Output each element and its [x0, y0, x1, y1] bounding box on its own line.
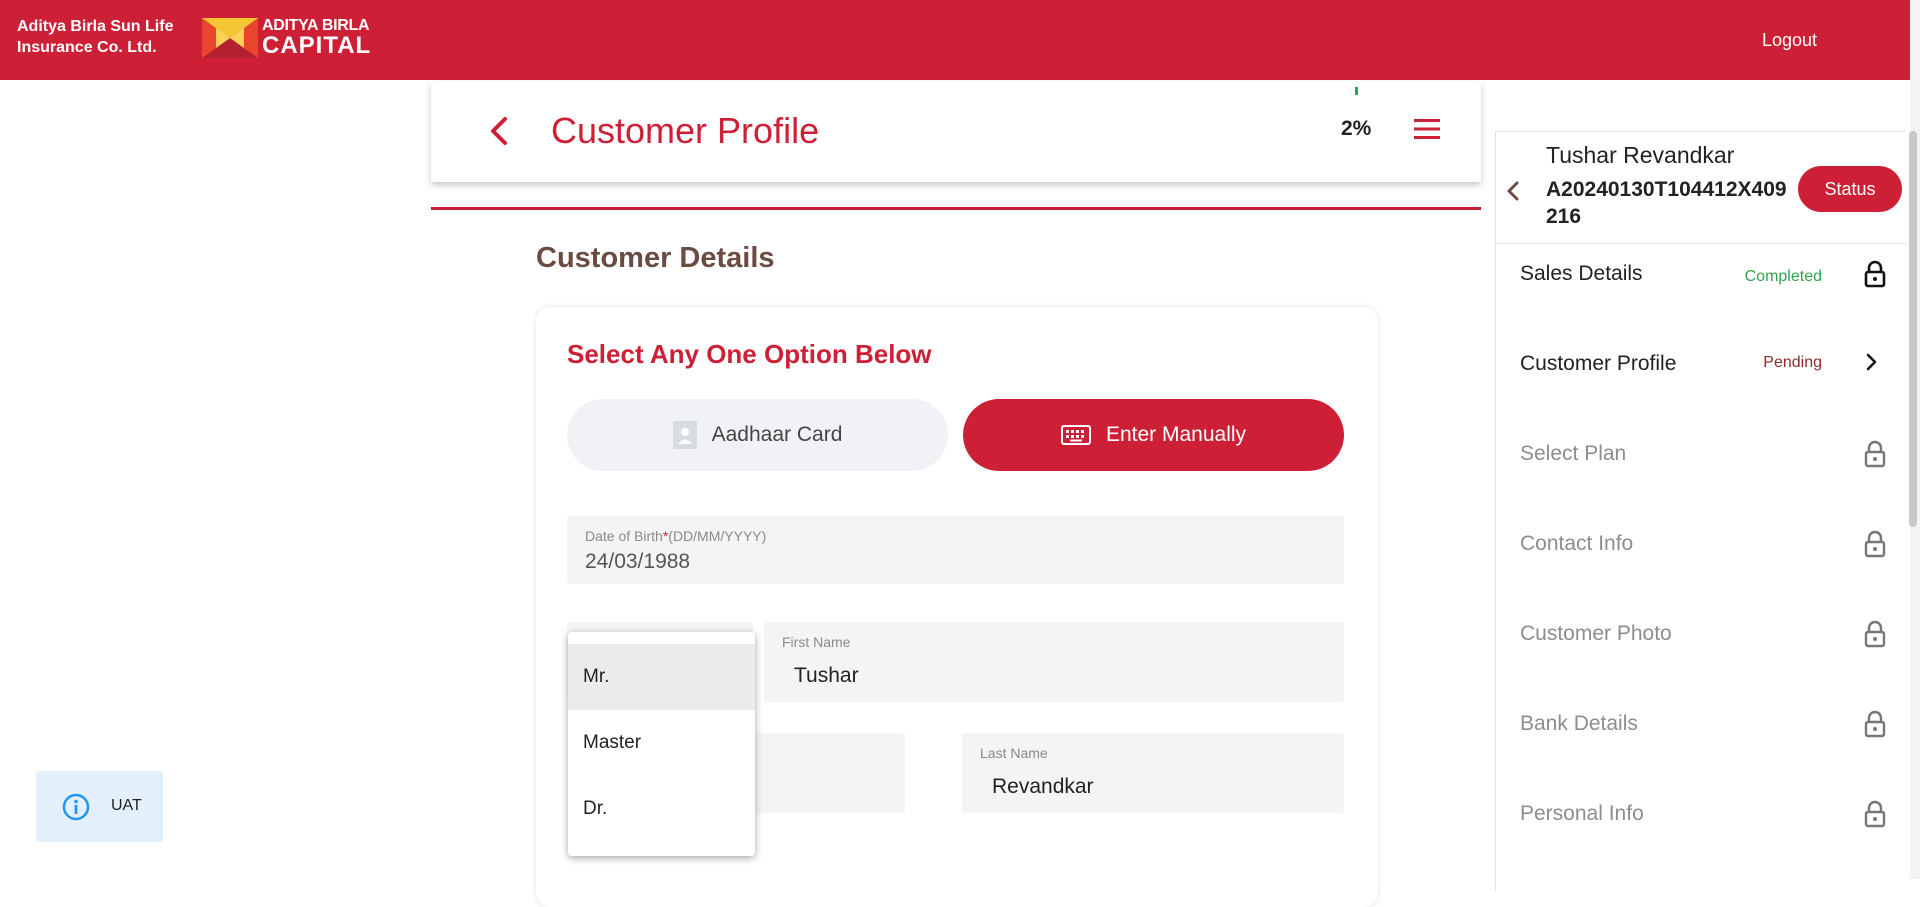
lock-icon	[1864, 260, 1886, 288]
chevron-right-icon	[1866, 353, 1877, 371]
dob-label: Date of Birth*(DD/MM/YYYY)	[585, 528, 767, 544]
title-dropdown-menu: Mr. Master Dr.	[568, 632, 755, 856]
step-status: Pending	[1763, 354, 1822, 371]
sidebar-step-bank-details[interactable]: Bank Details	[1496, 696, 1906, 756]
aadhaar-card-button[interactable]: Aadhaar Card	[567, 399, 948, 471]
option-prompt: Select Any One Option Below	[567, 339, 932, 369]
header-divider	[431, 207, 1481, 210]
brand-line-2: Insurance Co. Ltd.	[17, 39, 157, 56]
step-label: Customer Photo	[1520, 622, 1672, 645]
dob-field[interactable]: Date of Birth*(DD/MM/YYYY) 24/03/1988	[567, 516, 1344, 584]
aditya-birla-capital-logo: ADITYA BIRLA CAPITAL	[262, 18, 371, 58]
step-status: Completed	[1744, 268, 1822, 285]
first-name-value: Tushar	[794, 664, 859, 687]
page-title: Customer Profile	[551, 110, 820, 151]
enter-manually-label: Enter Manually	[1105, 423, 1247, 446]
page-header: Customer Profile 2%	[431, 82, 1481, 182]
top-bar: Aditya Birla Sun Life Insurance Co. Ltd.…	[0, 0, 1910, 80]
sidebar-step-contact-info[interactable]: Contact Info	[1496, 516, 1906, 576]
first-name-label: First Name	[782, 634, 851, 650]
step-label: Sales Details	[1520, 262, 1643, 285]
dropdown-option-mr[interactable]: Mr.	[568, 644, 755, 710]
progress-indicator	[1355, 87, 1358, 95]
step-label: Personal Info	[1520, 802, 1644, 825]
brand-name: Aditya Birla Sun Life Insurance Co. Ltd.	[17, 16, 173, 58]
dob-value: 24/03/1988	[585, 550, 691, 573]
section-title: Customer Details	[536, 242, 775, 274]
hamburger-menu-icon[interactable]	[1414, 118, 1440, 140]
aadhaar-card-label: Aadhaar Card	[711, 423, 843, 446]
lock-icon	[1864, 800, 1886, 828]
lock-icon	[1864, 710, 1886, 738]
step-label: Contact Info	[1520, 532, 1634, 555]
sidebar-step-select-plan[interactable]: Select Plan	[1496, 426, 1906, 486]
environment-label: UAT	[111, 797, 142, 814]
back-icon[interactable]	[487, 116, 511, 146]
sidebar-step-personal-info[interactable]: Personal Info	[1496, 786, 1906, 846]
sidebar-scrollbar[interactable]	[1909, 131, 1917, 527]
progress-percent: 2%	[1341, 117, 1372, 140]
lock-icon	[1864, 620, 1886, 648]
last-name-field[interactable]: Last Name Revandkar	[962, 733, 1344, 813]
lock-icon	[1864, 530, 1886, 558]
environment-badge[interactable]: UAT	[36, 771, 163, 842]
customer-name: Tushar Revandkar	[1546, 142, 1735, 168]
brand-line-1: Aditya Birla Sun Life	[17, 18, 174, 35]
lock-icon	[1864, 440, 1886, 468]
step-label: Customer Profile	[1520, 352, 1677, 375]
progress-sidebar: Tushar Revandkar A20240130T104412X409216…	[1495, 131, 1906, 891]
sidebar-step-customer-profile[interactable]: Customer Profile Pending	[1496, 336, 1906, 396]
sidebar-header: Tushar Revandkar A20240130T104412X409216…	[1496, 132, 1906, 244]
sidebar-step-sales-details[interactable]: Sales Details Completed	[1496, 246, 1906, 306]
info-icon	[62, 793, 90, 826]
logo-line-2: CAPITAL	[262, 32, 372, 59]
first-name-field[interactable]: First Name Tushar	[764, 622, 1344, 702]
status-button[interactable]: Status	[1798, 166, 1902, 212]
application-id: A20240130T104412X409216	[1546, 178, 1787, 228]
id-card-icon	[672, 421, 697, 449]
keyboard-icon	[1060, 425, 1091, 445]
last-name-label: Last Name	[980, 745, 1048, 761]
step-label: Bank Details	[1520, 712, 1638, 735]
collapse-sidebar-icon[interactable]	[1506, 181, 1520, 201]
logout-button[interactable]: Logout	[1762, 30, 1817, 51]
enter-manually-button[interactable]: Enter Manually	[963, 399, 1344, 471]
dropdown-option-master[interactable]: Master	[568, 710, 755, 776]
step-label: Select Plan	[1520, 442, 1627, 465]
dropdown-option-dr[interactable]: Dr.	[568, 776, 755, 842]
aditya-birla-sun-logo-icon	[202, 18, 258, 58]
last-name-value: Revandkar	[992, 775, 1094, 798]
sidebar-step-customer-photo[interactable]: Customer Photo	[1496, 606, 1906, 666]
